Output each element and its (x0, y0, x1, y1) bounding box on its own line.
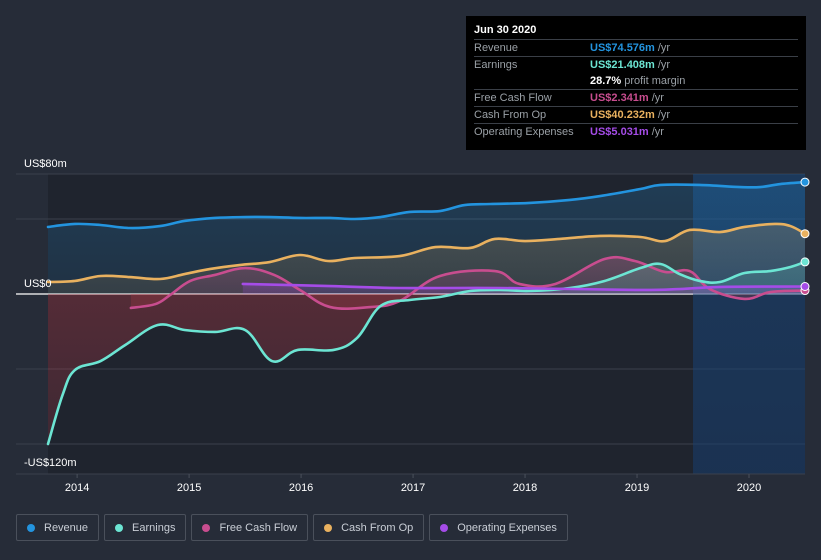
tooltip-row-fcf: Free Cash Flow US$2.341m /yr (474, 90, 798, 107)
profit-margin-value: 28.7% (590, 75, 622, 87)
tooltip-value: US$74.576m (590, 42, 655, 54)
tooltip-value: US$5.031m (590, 126, 649, 138)
tooltip-label: Revenue (474, 42, 519, 54)
tooltip-label: Earnings (474, 59, 518, 71)
legend-item-earnings[interactable]: Earnings (104, 514, 187, 541)
legend-label: Free Cash Flow (219, 521, 298, 534)
cfo-end-marker (800, 229, 810, 239)
tooltip: Jun 30 2020 Revenue US$74.576m /yr Earni… (466, 16, 806, 150)
tooltip-unit: /yr (657, 59, 671, 71)
tooltip-unit: /yr (651, 126, 664, 138)
x-tick-label: 2018 (513, 482, 537, 494)
x-tick-label: 2016 (289, 482, 313, 494)
tooltip-unit: /yr (657, 42, 671, 54)
tooltip-row-profit-margin: 28.7% profit margin (474, 73, 798, 90)
legend-label: Revenue (44, 521, 89, 534)
tooltip-label: Free Cash Flow (474, 92, 552, 104)
tooltip-label: Operating Expenses (474, 126, 574, 138)
tooltip-unit: /yr (651, 92, 664, 104)
legend-label: Cash From Op (341, 521, 414, 534)
legend-dot-icon (202, 523, 211, 532)
tooltip-row-revenue: Revenue US$74.576m /yr (474, 40, 798, 57)
tooltip-row-cfo: Cash From Op US$40.232m /yr (474, 107, 798, 124)
legend-dot-icon (440, 523, 449, 532)
tooltip-date: Jun 30 2020 (474, 22, 798, 40)
legend-item-free-cash-flow[interactable]: Free Cash Flow (191, 514, 309, 541)
tooltip-unit: /yr (657, 109, 671, 121)
legend-item-cash-from-op[interactable]: Cash From Op (313, 514, 425, 541)
revenue-end-marker (800, 177, 810, 187)
earnings-end-marker (800, 257, 810, 267)
x-tick-label: 2014 (65, 482, 89, 494)
legend-item-revenue[interactable]: Revenue (16, 514, 100, 541)
tooltip-row-earnings: Earnings US$21.408m /yr (474, 57, 798, 73)
tooltip-value: US$21.408m (590, 59, 655, 71)
legend-label: Operating Expenses (457, 521, 557, 534)
legend: Revenue Earnings Free Cash Flow Cash Fro… (16, 514, 568, 541)
x-tick-label: 2019 (625, 482, 649, 494)
legend-dot-icon (324, 523, 333, 532)
y-tick-label: US$0 (24, 278, 52, 290)
legend-dot-icon (115, 523, 124, 532)
legend-item-operating-expenses[interactable]: Operating Expenses (429, 514, 568, 541)
legend-label: Earnings (132, 521, 176, 534)
tooltip-label: Cash From Op (474, 109, 547, 121)
tooltip-value: US$40.232m (590, 109, 655, 121)
legend-dot-icon (27, 523, 35, 532)
tooltip-label (474, 73, 590, 89)
x-tick-label: 2015 (177, 482, 201, 494)
x-tick-label: 2017 (401, 482, 425, 494)
tooltip-value: US$2.341m (590, 92, 649, 104)
tooltip-row-opex: Operating Expenses US$5.031m /yr (474, 124, 798, 140)
opex-end-marker (800, 282, 810, 291)
y-tick-label: US$80m (24, 158, 67, 170)
y-tick-label: -US$120m (24, 457, 77, 469)
profit-margin-label: profit margin (624, 75, 686, 87)
x-tick-label: 2020 (737, 482, 761, 494)
